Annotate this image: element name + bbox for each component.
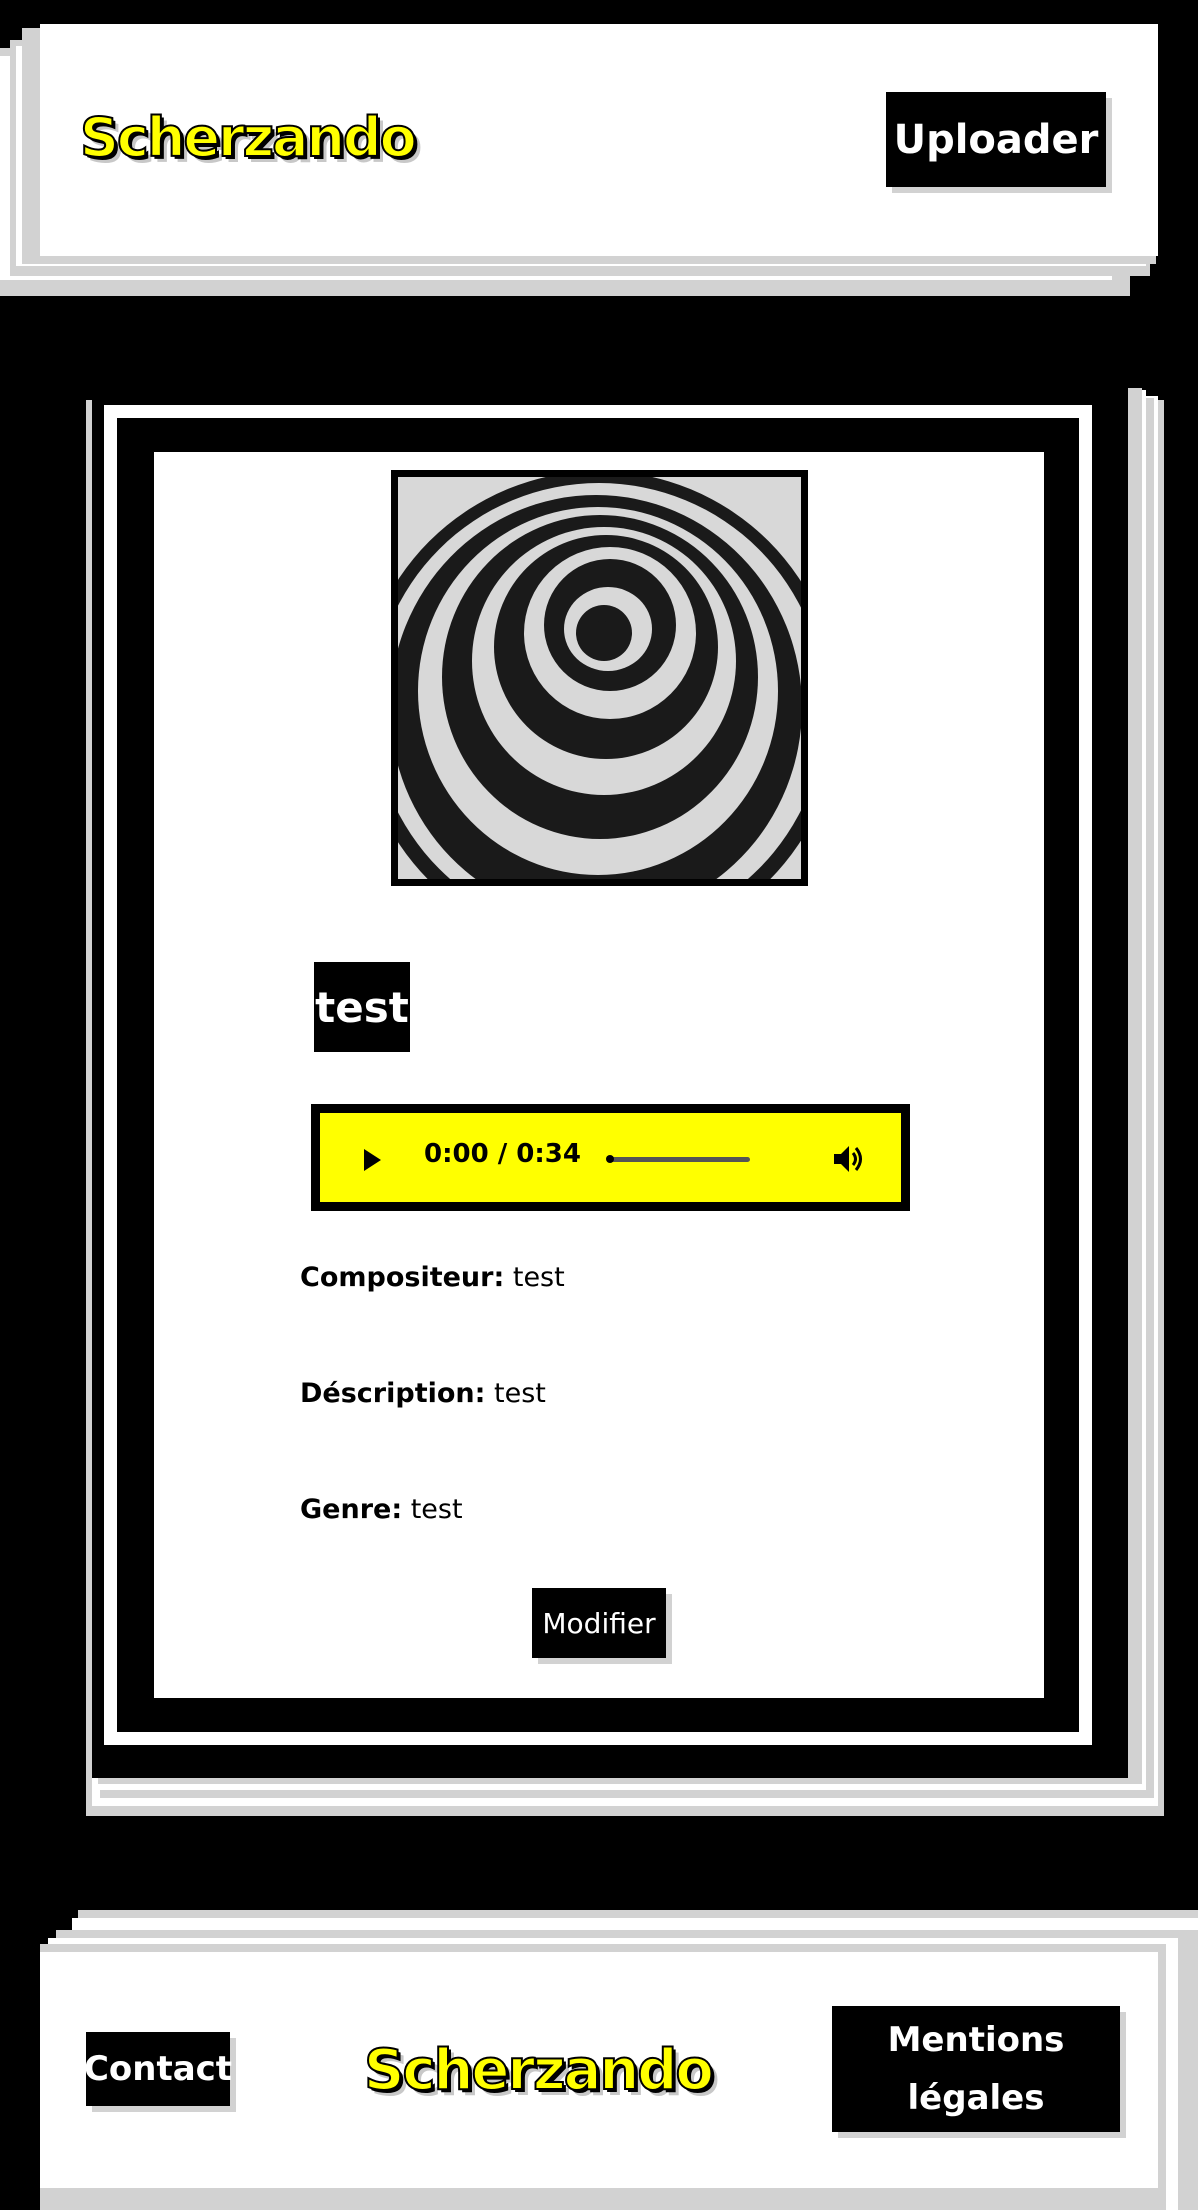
footer-logo[interactable]: Scherzando [363,2037,715,2104]
description-line: Déscription: test [300,1378,546,1409]
track-title-box: test [314,962,410,1052]
composer-label: Compositeur: [300,1262,505,1293]
legal-mentions-button[interactable]: Mentions légales [832,2006,1120,2132]
genre-value: test [410,1494,463,1525]
legal-mentions-line1: Mentions [887,2020,1065,2060]
genre-line: Genre: test [300,1494,463,1525]
description-label: Déscription: [300,1378,486,1409]
edit-button[interactable]: Modifier [532,1588,666,1658]
upload-button[interactable]: Uploader [886,92,1106,187]
description-value: test [494,1378,546,1409]
volume-icon[interactable] [832,1143,866,1179]
contact-button[interactable]: Contact [84,2032,232,2106]
seek-slider[interactable] [606,1155,750,1163]
genre-label: Genre: [300,1494,403,1525]
time-display: 0:00 / 0:34 [424,1139,581,1169]
current-time: 0:00 [424,1139,489,1169]
cover-image [398,477,801,879]
audio-player-body: 0:00 / 0:34 [320,1113,901,1202]
cover-frame [391,470,808,886]
header-logo[interactable]: Scherzando [79,105,418,170]
seek-handle[interactable] [606,1155,614,1163]
time-separator: / [497,1139,508,1169]
duration-time: 0:34 [516,1139,581,1169]
audio-player: 0:00 / 0:34 [311,1104,910,1211]
track-title: test [315,982,409,1032]
composer-line: Compositeur: test [300,1262,565,1293]
legal-mentions-line2: légales [907,2078,1045,2118]
composer-value: test [512,1262,565,1293]
spiral-image [398,477,801,879]
play-icon[interactable] [364,1149,381,1171]
